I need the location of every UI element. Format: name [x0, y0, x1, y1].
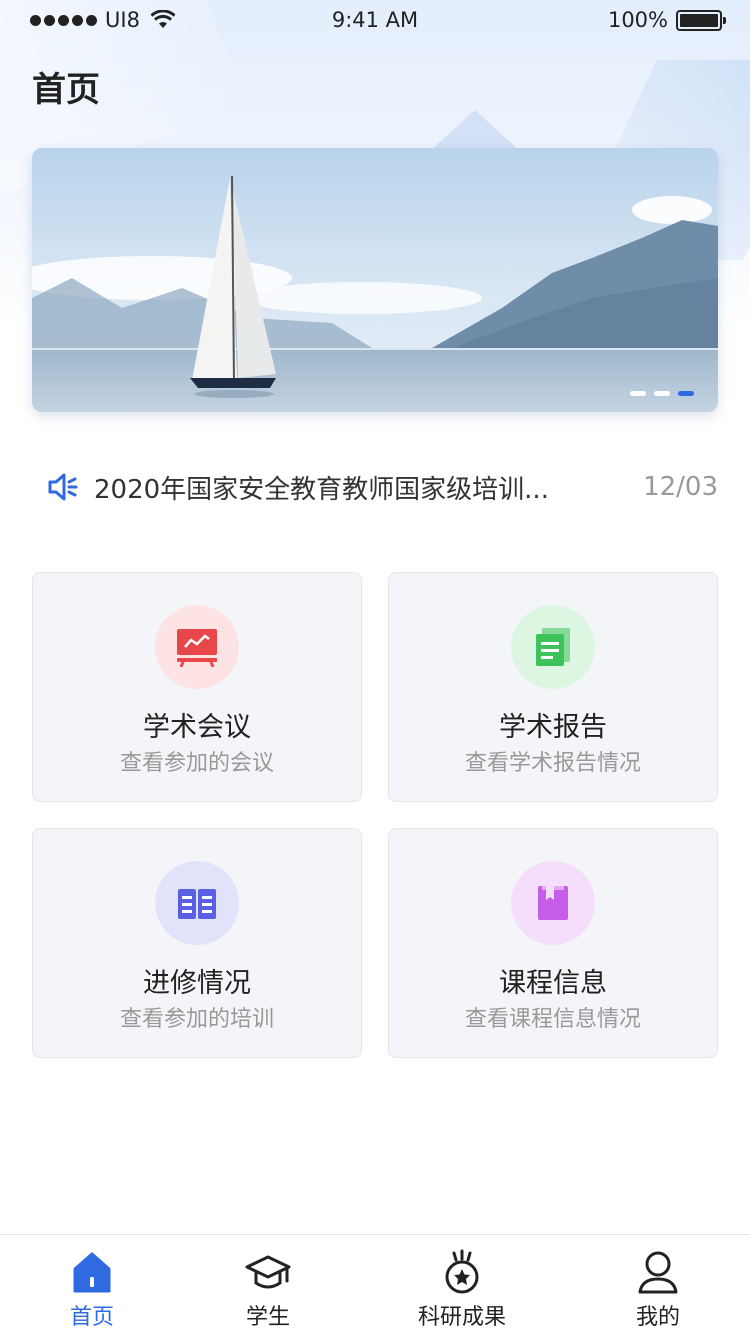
status-bar: UI8 9:41 AM 100%: [0, 0, 750, 40]
card-subtitle: 查看课程信息情况: [464, 1007, 641, 1032]
battery-percent: 100%: [607, 8, 668, 32]
tab-label: 我的: [635, 1305, 680, 1330]
battery-icon: [676, 9, 726, 31]
carousel-dot-active[interactable]: [678, 391, 694, 396]
card-subtitle: 查看参加的会议: [119, 751, 274, 776]
card-title: 学术报告: [499, 712, 607, 743]
card-subtitle: 查看参加的培训: [119, 1007, 274, 1032]
carousel-indicator[interactable]: [630, 391, 694, 396]
tab-label: 学生: [245, 1305, 290, 1330]
card-academic-report[interactable]: 学术报告 查看学术报告情况: [388, 572, 718, 802]
presentation-board-icon: [155, 605, 239, 689]
card-training-status[interactable]: 进修情况 查看参加的培训: [32, 828, 362, 1058]
tab-students[interactable]: 学生: [228, 1249, 308, 1331]
report-document-icon: [511, 605, 595, 689]
carousel-dot[interactable]: [654, 391, 670, 396]
tab-label: 科研成果: [417, 1305, 506, 1330]
card-title: 课程信息: [499, 968, 607, 999]
tab-research[interactable]: 科研成果: [402, 1249, 522, 1331]
medal-icon: [445, 1249, 479, 1294]
card-title: 学术会议: [143, 712, 251, 743]
tab-home[interactable]: 首页: [52, 1249, 132, 1331]
bottom-tab-bar: 首页 学生 科研成果 我的: [0, 1234, 750, 1334]
card-title: 进修情况: [143, 968, 251, 999]
home-icon: [73, 1252, 111, 1293]
card-course-info[interactable]: 课程信息 查看课程信息情况: [388, 828, 718, 1058]
tab-label: 首页: [69, 1305, 114, 1330]
notice-date: 12/03: [643, 472, 718, 502]
notice-text[interactable]: 2020年国家安全教育教师国家级培训...: [94, 469, 643, 506]
carousel-dot[interactable]: [630, 391, 646, 396]
card-subtitle: 查看学术报告情况: [464, 751, 641, 776]
open-book-icon: [155, 861, 239, 945]
card-academic-conference[interactable]: 学术会议 查看参加的会议: [32, 572, 362, 802]
person-icon: [638, 1251, 678, 1294]
bookmark-book-icon: [511, 861, 595, 945]
tab-mine[interactable]: 我的: [618, 1249, 698, 1331]
banner-carousel[interactable]: [32, 148, 718, 412]
status-right: 100%: [607, 8, 726, 32]
page-title: 首页: [32, 70, 100, 110]
notice-bar[interactable]: 2020年国家安全教育教师国家级培训... 12/03: [32, 462, 718, 512]
speaker-icon: [48, 473, 78, 501]
banner-image: [32, 148, 718, 412]
graduation-cap-icon: [245, 1255, 291, 1289]
